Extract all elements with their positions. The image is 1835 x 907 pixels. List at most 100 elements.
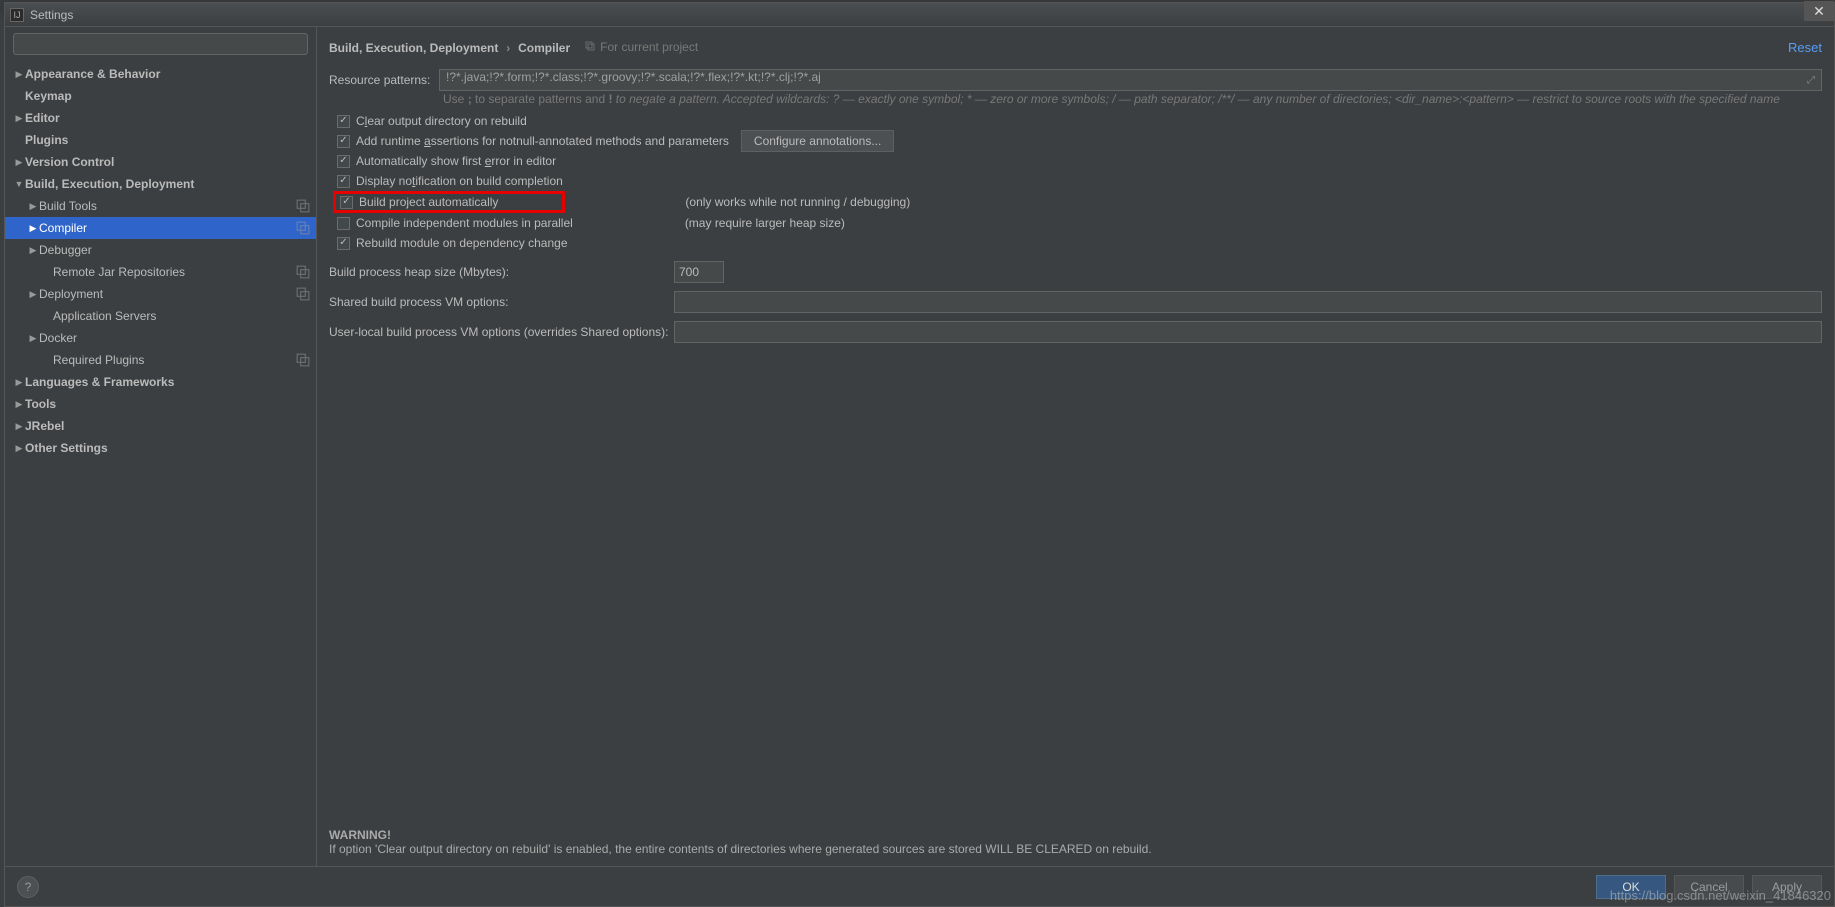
clear-output-checkbox[interactable] <box>337 115 350 128</box>
copy-icon <box>296 221 310 235</box>
sidebar-item-appearance-behavior[interactable]: ▶Appearance & Behavior <box>5 63 316 85</box>
sidebar-item-editor[interactable]: ▶Editor <box>5 107 316 129</box>
title-bar: IJ Settings ✕ <box>5 3 1834 27</box>
sidebar-item-label: Build, Execution, Deployment <box>25 177 194 191</box>
heap-size-input[interactable] <box>674 261 724 283</box>
chevron-icon: ▶ <box>27 333 39 344</box>
sidebar-item-deployment[interactable]: ▶Deployment <box>5 283 316 305</box>
rebuild-dep-checkbox[interactable] <box>337 237 350 250</box>
user-vm-input[interactable] <box>674 321 1822 343</box>
footer: ? OK Cancel Apply <box>5 866 1834 906</box>
sidebar-item-label: Deployment <box>39 287 103 301</box>
clear-output-label[interactable]: Clear output directory on rebuild <box>356 114 527 128</box>
sidebar-item-label: Languages & Frameworks <box>25 375 174 389</box>
user-vm-label: User-local build process VM options (ove… <box>329 325 674 339</box>
auto-show-error-checkbox[interactable] <box>337 155 350 168</box>
copy-icon <box>296 265 310 279</box>
close-icon[interactable]: ✕ <box>1804 1 1834 21</box>
sidebar-item-label: Plugins <box>25 133 68 147</box>
sidebar-item-build-tools[interactable]: ▶Build Tools <box>5 195 316 217</box>
for-current-project: For current project <box>584 40 698 55</box>
rebuild-dep-label[interactable]: Rebuild module on dependency change <box>356 236 568 250</box>
build-auto-highlight: Build project automatically <box>333 191 565 213</box>
shared-vm-label: Shared build process VM options: <box>329 295 674 309</box>
sidebar-item-build-execution-deployment[interactable]: ▼Build, Execution, Deployment <box>5 173 316 195</box>
sidebar-item-label: Docker <box>39 331 77 345</box>
help-icon[interactable]: ? <box>17 876 39 898</box>
sidebar-item-version-control[interactable]: ▶Version Control <box>5 151 316 173</box>
sidebar-item-compiler[interactable]: ▶Compiler <box>5 217 316 239</box>
chevron-icon: ▶ <box>27 289 39 300</box>
sidebar-item-label: Tools <box>25 397 56 411</box>
sidebar-item-tools[interactable]: ▶Tools <box>5 393 316 415</box>
display-notification-label[interactable]: Display notification on build completion <box>356 174 563 188</box>
content-pane: Build, Execution, Deployment › Compiler … <box>317 27 1834 866</box>
settings-window: IJ Settings ✕ 🔍▾ ▶Appearance & BehaviorK… <box>4 2 1835 907</box>
chevron-icon: ▶ <box>13 443 25 454</box>
sidebar-item-docker[interactable]: ▶Docker <box>5 327 316 349</box>
chevron-icon: ▶ <box>27 245 39 256</box>
warning-body: If option 'Clear output directory on reb… <box>329 842 1822 856</box>
chevron-icon: ▶ <box>13 399 25 410</box>
sidebar-item-label: Editor <box>25 111 60 125</box>
breadcrumb-part: Compiler <box>518 41 570 55</box>
sidebar-item-languages-frameworks[interactable]: ▶Languages & Frameworks <box>5 371 316 393</box>
sidebar-item-required-plugins[interactable]: Required Plugins <box>5 349 316 371</box>
configure-annotations-button[interactable]: Configure annotations... <box>741 130 894 152</box>
compile-parallel-label[interactable]: Compile independent modules in parallel <box>356 216 573 230</box>
auto-show-error-label[interactable]: Automatically show first error in editor <box>356 154 556 168</box>
chevron-icon: ▶ <box>13 113 25 124</box>
copy-icon <box>296 353 310 367</box>
sidebar-item-application-servers[interactable]: Application Servers <box>5 305 316 327</box>
breadcrumb-sep: › <box>506 41 510 55</box>
build-auto-label[interactable]: Build project automatically <box>359 195 558 209</box>
resource-patterns-input[interactable]: !?*.java;!?*.form;!?*.class;!?*.groovy;!… <box>439 69 1822 91</box>
display-notification-checkbox[interactable] <box>337 175 350 188</box>
copy-icon <box>584 40 596 55</box>
warning-block: WARNING! If option 'Clear output directo… <box>329 828 1822 866</box>
add-runtime-checkbox[interactable] <box>337 135 350 148</box>
sidebar-item-label: Other Settings <box>25 441 108 455</box>
warning-title: WARNING! <box>329 828 1822 842</box>
sidebar-item-keymap[interactable]: Keymap <box>5 85 316 107</box>
add-runtime-label[interactable]: Add runtime assertions for notnull-annot… <box>356 134 729 148</box>
compile-parallel-checkbox[interactable] <box>337 217 350 230</box>
sidebar-item-label: Debugger <box>39 243 92 257</box>
search-input[interactable] <box>13 33 308 55</box>
reset-link[interactable]: Reset <box>1788 40 1822 55</box>
watermark: https://blog.csdn.net/weixin_41846320 <box>1606 886 1835 905</box>
chevron-icon: ▶ <box>13 421 25 432</box>
sidebar-item-label: Keymap <box>25 89 72 103</box>
chevron-icon: ▶ <box>13 377 25 388</box>
chevron-icon: ▶ <box>27 223 39 234</box>
heap-size-label: Build process heap size (Mbytes): <box>329 265 674 279</box>
chevron-icon: ▶ <box>13 157 25 168</box>
copy-icon <box>296 287 310 301</box>
breadcrumb-part: Build, Execution, Deployment <box>329 41 498 55</box>
sidebar-item-label: Required Plugins <box>53 353 144 367</box>
sidebar-item-jrebel[interactable]: ▶JRebel <box>5 415 316 437</box>
copy-icon <box>296 199 310 213</box>
build-auto-checkbox[interactable] <box>340 196 353 209</box>
compile-parallel-note: (may require larger heap size) <box>685 216 845 230</box>
build-auto-note: (only works while not running / debuggin… <box>685 195 910 209</box>
app-icon: IJ <box>10 8 24 22</box>
window-title: Settings <box>30 8 73 22</box>
resource-patterns-hint: Use ; to separate patterns and ! to nega… <box>329 93 1822 107</box>
sidebar-item-label: Application Servers <box>53 309 156 323</box>
chevron-icon: ▶ <box>27 201 39 212</box>
sidebar-item-remote-jar-repositories[interactable]: Remote Jar Repositories <box>5 261 316 283</box>
sidebar: 🔍▾ ▶Appearance & BehaviorKeymap▶EditorPl… <box>5 27 317 866</box>
resource-patterns-label: Resource patterns: <box>329 73 439 87</box>
sidebar-item-label: Compiler <box>39 221 87 235</box>
sidebar-item-other-settings[interactable]: ▶Other Settings <box>5 437 316 459</box>
sidebar-item-plugins[interactable]: Plugins <box>5 129 316 151</box>
sidebar-item-debugger[interactable]: ▶Debugger <box>5 239 316 261</box>
chevron-icon: ▼ <box>13 179 25 189</box>
shared-vm-input[interactable] <box>674 291 1822 313</box>
sidebar-item-label: Remote Jar Repositories <box>53 265 185 279</box>
expand-icon[interactable]: ⤢ <box>1803 72 1819 88</box>
chevron-icon: ▶ <box>13 69 25 80</box>
sidebar-item-label: Build Tools <box>39 199 97 213</box>
settings-tree: ▶Appearance & BehaviorKeymap▶EditorPlugi… <box>5 61 316 866</box>
